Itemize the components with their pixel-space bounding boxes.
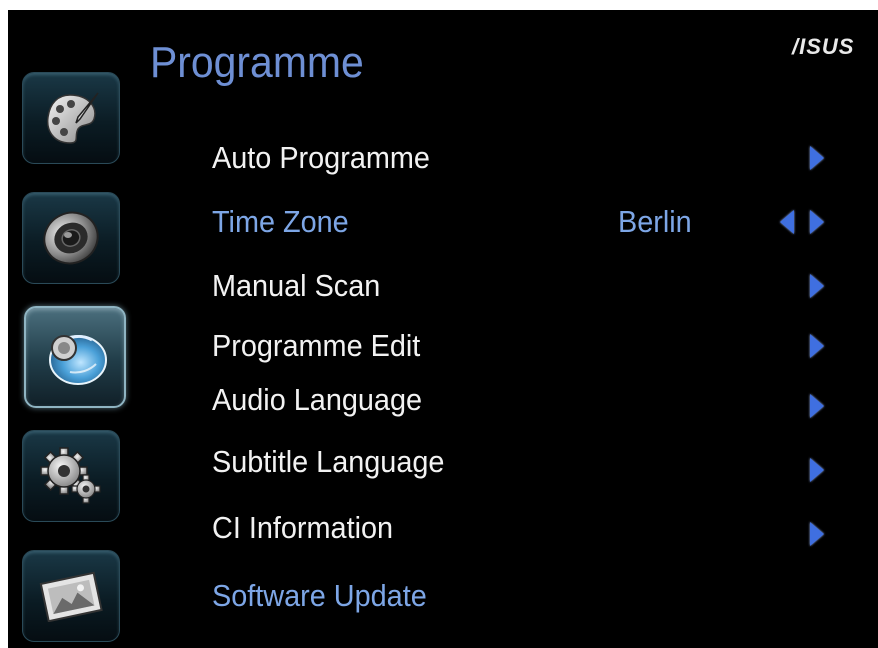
chevron-right-icon <box>810 334 824 358</box>
menu-item-manual-scan[interactable]: Manual Scan <box>8 262 878 310</box>
chevron-right-icon <box>810 522 824 546</box>
menu-item-label: Time Zone <box>212 204 349 239</box>
chevron-right-icon <box>810 274 824 298</box>
menu-item-software-update[interactable]: Software Update <box>8 572 878 620</box>
menu-item-label: Subtitle Language <box>212 444 445 479</box>
chevron-right-icon <box>810 394 824 418</box>
menu-item-time-zone[interactable]: Time Zone Berlin <box>8 198 878 246</box>
menu-item-label: Software Update <box>212 578 427 613</box>
chevron-right-icon[interactable] <box>810 210 824 234</box>
tv-osd-screen: Programme /ISUS Auto Programme Time Zone… <box>8 10 878 648</box>
menu-item-subtitle-language[interactable]: Subtitle Language <box>8 438 878 486</box>
menu-item-value: Berlin <box>618 204 692 239</box>
chevron-right-icon <box>810 458 824 482</box>
menu-item-label: Programme Edit <box>212 328 421 363</box>
page-title: Programme <box>150 38 364 87</box>
menu-item-label: Audio Language <box>212 382 423 417</box>
brand-logo: /ISUS <box>792 34 855 59</box>
menu-item-programme-edit[interactable]: Programme Edit <box>8 322 878 370</box>
menu-item-audio-language[interactable]: Audio Language <box>8 376 878 424</box>
menu-item-label: Manual Scan <box>212 268 381 303</box>
menu-item-label: Auto Programme <box>212 140 430 175</box>
chevron-left-icon[interactable] <box>780 210 794 234</box>
menu-item-label: CI Information <box>212 510 394 545</box>
chevron-right-icon <box>810 146 824 170</box>
menu-item-auto-programme[interactable]: Auto Programme <box>8 134 878 182</box>
menu-item-ci-information[interactable]: CI Information <box>8 504 878 552</box>
